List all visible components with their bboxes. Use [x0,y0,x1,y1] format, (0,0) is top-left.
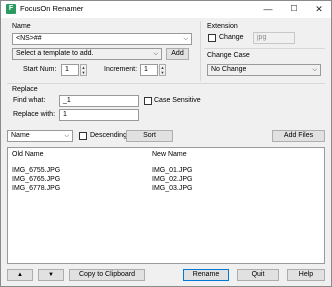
case-sensitive-label: Case Sensitive [154,97,201,104]
name-pattern-value: <NS>## [16,35,42,42]
arrow-down-icon: ▼ [48,272,54,278]
sort-by-value: Name [11,132,30,139]
move-down-button[interactable]: ▼ [38,269,64,281]
new-name-cell[interactable]: IMG_03.JPG [152,185,192,192]
increment-spinner[interactable]: ▲ ▼ [159,64,166,76]
find-what-input[interactable]: _1 [59,95,139,107]
find-what-label: Find what: [13,97,46,104]
change-case-select[interactable]: No Change ⌵ [207,64,321,76]
old-name-cell[interactable]: IMG_6755.JPG [12,167,60,174]
change-case-value: No Change [211,66,247,73]
old-name-column-header[interactable]: Old Name [12,151,44,158]
file-list[interactable]: Old Name New Name IMG_6755.JPG IMG_01.JP… [7,147,325,264]
template-select[interactable]: Select a template to add. ⌵ [12,48,162,60]
old-name-cell[interactable]: IMG_6765.JPG [12,176,60,183]
name-pattern-combo[interactable]: <NS>## ⌵ [12,33,192,45]
replace-with-input[interactable]: 1 [59,109,139,121]
start-num-spinner[interactable]: ▲ ▼ [80,64,87,76]
increment-label: Increment: [104,66,138,73]
change-case-section-label: Change Case [207,52,250,59]
maximize-icon[interactable]: ☐ [282,2,306,16]
name-section-label: Name [12,23,31,30]
sort-by-select[interactable]: Name ⌵ [7,130,73,142]
replace-section-label: Replace [12,86,38,93]
extension-input[interactable]: jpg [253,32,295,44]
arrow-up-icon: ▲ [17,272,23,278]
chevron-down-icon: ⌵ [64,133,69,139]
close-icon[interactable]: ✕ [307,2,331,16]
add-template-button[interactable]: Add [166,48,189,60]
new-name-column-header[interactable]: New Name [152,151,187,158]
replace-with-label: Replace with: [13,111,56,118]
rename-button[interactable]: Rename [183,269,229,281]
increment-input[interactable]: 1 [140,64,158,76]
app-icon: F [6,4,16,14]
copy-to-clipboard-button[interactable]: Copy to Clipboard [69,269,145,281]
new-name-cell[interactable]: IMG_01.JPG [152,167,192,174]
window-title: FocusOn Renamer [20,4,84,13]
case-sensitive-checkbox[interactable] [144,97,152,105]
section-divider [200,21,201,81]
move-up-button[interactable]: ▲ [7,269,33,281]
app-window: F FocusOn Renamer — ☐ ✕ Name <NS>## ⌵ Se… [0,0,332,287]
descending-label: Descending [90,132,127,139]
section-divider [204,48,325,49]
chevron-down-icon: ⌵ [312,67,317,73]
help-button[interactable]: Help [287,269,325,281]
minimize-icon[interactable]: — [256,2,280,16]
chevron-down-icon: ⌵ [183,36,188,42]
start-num-label: Start Num: [23,66,57,73]
sort-button[interactable]: Sort [126,130,173,142]
change-extension-checkbox[interactable] [208,34,216,42]
add-files-button[interactable]: Add Files [272,130,325,142]
title-bar: F FocusOn Renamer — ☐ ✕ [1,1,331,18]
chevron-down-icon: ⌵ [153,51,158,57]
old-name-cell[interactable]: IMG_6778.JPG [12,185,60,192]
change-extension-label: Change [219,34,244,41]
extension-section-label: Extension [207,23,238,30]
new-name-cell[interactable]: IMG_02.JPG [152,176,192,183]
descending-checkbox[interactable] [79,132,87,140]
quit-button[interactable]: Quit [237,269,279,281]
template-select-placeholder: Select a template to add. [16,50,94,57]
section-divider [7,83,325,84]
start-num-input[interactable]: 1 [61,64,79,76]
